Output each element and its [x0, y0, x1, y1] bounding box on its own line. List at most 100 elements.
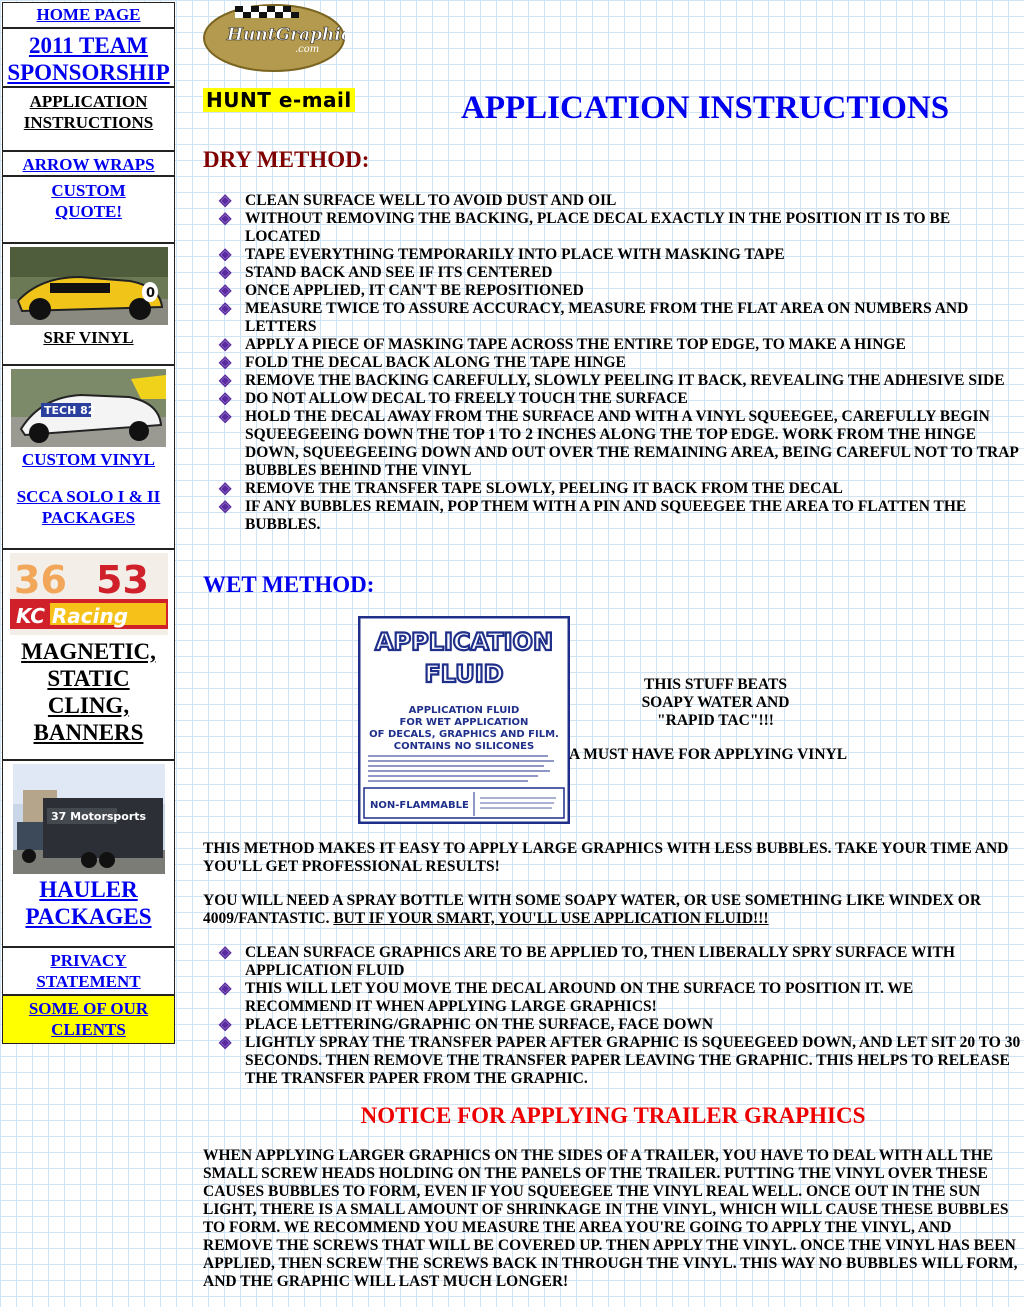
svg-text:KC Racing: KC Racing — [16, 604, 128, 628]
nav-custom-vinyl-link[interactable]: CUSTOM VINYL — [3, 449, 174, 470]
nav-privacy-cell: PRIVACY STATEMENT — [2, 947, 175, 995]
dry-step-item: ◈ APPLY A PIECE OF MASKING TAPE ACROSS TH… — [217, 336, 1022, 354]
dry-step-item: ◈ DO NOT ALLOW DECAL TO FREELY TOUCH THE … — [217, 390, 1022, 408]
nav-scca-packages-link[interactable]: SCCA SOLO I & II PACKAGES — [9, 486, 168, 528]
diamond-bullet-icon: ◈ — [219, 300, 232, 317]
nav-custom-vinyl-cell: TECH 82 CUSTOM VINYL SCCA SOLO I & II PA… — [2, 365, 175, 549]
diamond-bullet-icon: ◈ — [219, 192, 232, 209]
nav-arrow-wraps-link[interactable]: ARROW WRAPS — [22, 155, 154, 174]
wet-step-item-text: CLEAN SURFACE GRAPHICS ARE TO BE APPLIED… — [245, 944, 955, 979]
dry-method-list: ◈ CLEAN SURFACE WELL TO AVOID DUST AND OI… — [217, 192, 1022, 534]
nav-app-instructions-cell: APPLICATION INSTRUCTIONS — [2, 87, 175, 151]
diamond-bullet-icon: ◈ — [219, 372, 232, 389]
dry-step-item: ◈ HOLD THE DECAL AWAY FROM THE SURFACE AN… — [217, 408, 1022, 480]
diamond-bullet-icon: ◈ — [219, 246, 232, 263]
application-fluid-label-image: APPLICATION FLUID APPLICATION FLUID FOR … — [358, 616, 570, 824]
nav-home-cell: HOME PAGE — [2, 2, 175, 28]
nav-magnetic-cell: 36 53 KC Racing MAGNETIC, STATIC CLING, … — [2, 549, 175, 760]
diamond-bullet-icon: ◈ — [219, 480, 232, 497]
dry-step-item-text: WITHOUT REMOVING THE BACKING, PLACE DECA… — [245, 210, 951, 245]
dry-step-item-text: HOLD THE DECAL AWAY FROM THE SURFACE AND… — [245, 408, 1018, 479]
svg-text:CONTAINS NO SILICONES: CONTAINS NO SILICONES — [394, 741, 534, 752]
svg-text:53: 53 — [96, 558, 149, 602]
dry-step-item: ◈ IF ANY BUBBLES REMAIN, POP THEM WITH A … — [217, 498, 1022, 534]
svg-text:.com: .com — [295, 44, 319, 55]
wet-step-item-text: THIS WILL LET YOU MOVE THE DECAL AROUND … — [245, 980, 914, 1015]
dry-method-heading: DRY METHOD: — [203, 147, 370, 172]
wet-step-item: ◈ PLACE LETTERING/GRAPHIC ON THE SURFACE,… — [217, 1016, 1022, 1034]
nav-arrow-wraps-cell: ARROW WRAPS — [2, 151, 175, 176]
svg-text:OF DECALS, GRAPHICS AND FILM.: OF DECALS, GRAPHICS AND FILM. — [369, 729, 559, 740]
diamond-bullet-icon: ◈ — [219, 336, 232, 353]
svg-text:APPLICATION: APPLICATION — [375, 628, 553, 656]
diamond-bullet-icon: ◈ — [219, 944, 232, 961]
trailer-notice-heading: NOTICE FOR APPLYING TRAILER GRAPHICS — [360, 1103, 866, 1128]
dry-step-item: ◈ FOLD THE DECAL BACK ALONG THE TAPE HING… — [217, 354, 1022, 372]
nav-clients-cell: SOME OF OUR CLIENTS — [2, 995, 175, 1044]
dry-step-item-text: ONCE APPLIED, IT CAN'T BE REPOSITIONED — [245, 282, 584, 299]
dry-step-item-text: CLEAN SURFACE WELL TO AVOID DUST AND OIL — [245, 192, 617, 209]
dry-step-item: ◈ REMOVE THE TRANSFER TAPE SLOWLY, PEELIN… — [217, 480, 1022, 498]
svg-text:FLUID: FLUID — [424, 660, 503, 688]
nav-srf-vinyl-link[interactable]: SRF VINYL — [3, 327, 174, 348]
dry-step-item: ◈ WITHOUT REMOVING THE BACKING, PLACE DEC… — [217, 210, 1022, 246]
custom-vinyl-race-car-image[interactable]: TECH 82 — [11, 369, 166, 447]
application-fluid-tagline: A MUST HAVE FOR APPLYING VINYL — [569, 746, 848, 763]
trailer-notice-body: WHEN APPLYING LARGER GRAPHICS ON THE SID… — [203, 1147, 1018, 1290]
nav-home-link[interactable]: HOME PAGE — [36, 5, 140, 24]
nav-hauler-cell: 37 Motorsports HAULER PACKAGES — [2, 760, 175, 947]
dry-step-item-text: APPLY A PIECE OF MASKING TAPE ACROSS THE… — [245, 336, 906, 353]
nav-hauler-packages-link[interactable]: HAULER PACKAGES — [17, 876, 160, 930]
wet-intro-paragraph: THIS METHOD MAKES IT EASY TO APPLY LARGE… — [203, 840, 1009, 875]
application-fluid-emphasis: BUT IF YOUR SMART, YOU'LL USE APPLICATIO… — [333, 910, 769, 927]
wet-step-item: ◈ THIS WILL LET YOU MOVE THE DECAL AROUND… — [217, 980, 1022, 1016]
dry-step-item: ◈ TAPE EVERYTHING TEMPORARILY INTO PLACE … — [217, 246, 1022, 264]
dry-step-item-text: FOLD THE DECAL BACK ALONG THE TAPE HINGE — [245, 354, 626, 371]
application-fluid-caption: THIS STUFF BEATS SOAPY WATER AND "RAPID … — [603, 676, 828, 730]
kc-racing-banner-image[interactable]: 36 53 KC Racing — [9, 553, 168, 635]
hauler-trailer-image[interactable]: 37 Motorsports — [12, 764, 165, 874]
diamond-bullet-icon: ◈ — [219, 210, 232, 227]
dry-step-item-text: IF ANY BUBBLES REMAIN, POP THEM WITH A P… — [245, 498, 967, 533]
dry-step-item-text: DO NOT ALLOW DECAL TO FREELY TOUCH THE S… — [245, 390, 688, 407]
nav-some-of-our-clients-link[interactable]: SOME OF OUR CLIENTS — [29, 999, 148, 1039]
diamond-bullet-icon: ◈ — [219, 354, 232, 371]
nav-custom-quote-link[interactable]: CUSTOM QUOTE! — [51, 181, 125, 221]
srf-race-car-image[interactable]: 0 — [9, 247, 168, 325]
nav-team-cell: 2011 TEAM SPONSORSHIP — [2, 28, 175, 87]
diamond-bullet-icon: ◈ — [219, 408, 232, 425]
page-title: APPLICATION INSTRUCTIONS — [461, 90, 950, 126]
huntgraphic-logo[interactable]: HuntGraphic .com — [203, 0, 345, 72]
dry-step-item-text: REMOVE THE TRANSFER TAPE SLOWLY, PEELING… — [245, 480, 843, 497]
dry-step-item: ◈ CLEAN SURFACE WELL TO AVOID DUST AND OI… — [217, 192, 1022, 210]
wet-step-item-text: LIGHTLY SPRAY THE TRANSFER PAPER AFTER G… — [245, 1034, 1021, 1087]
caption-line-2: SOAPY WATER AND — [641, 694, 790, 711]
diamond-bullet-icon: ◈ — [219, 264, 232, 281]
nav-magnetic-static-cling-banners-link[interactable]: MAGNETIC, STATIC CLING, BANNERS — [15, 638, 162, 746]
diamond-bullet-icon: ◈ — [219, 390, 232, 407]
caption-line-3: "RAPID TAC"!!! — [657, 712, 774, 729]
svg-text:0: 0 — [146, 286, 155, 301]
svg-text:TECH 82: TECH 82 — [44, 404, 95, 417]
wet-step-item: ◈ CLEAN SURFACE GRAPHICS ARE TO BE APPLIE… — [217, 944, 1022, 980]
hunt-email-link[interactable]: HUNT e-mail — [203, 88, 355, 112]
nav-srf-cell: 0 SRF VINYL — [2, 243, 175, 365]
nav-team-sponsorship-link[interactable]: 2011 TEAM SPONSORSHIP — [7, 33, 169, 85]
svg-text:37 Motorsports: 37 Motorsports — [51, 810, 147, 823]
nav-application-instructions-link[interactable]: APPLICATION INSTRUCTIONS — [24, 92, 153, 132]
dry-step-item-text: MEASURE TWICE TO ASSURE ACCURACY, MEASUR… — [245, 300, 969, 335]
dry-step-item-text: STAND BACK AND SEE IF ITS CENTERED — [245, 264, 553, 281]
wet-supplies-paragraph: YOU WILL NEED A SPRAY BOTTLE WITH SOME S… — [203, 892, 1023, 928]
svg-text:FOR WET APPLICATION: FOR WET APPLICATION — [400, 717, 529, 728]
wet-method-list: ◈ CLEAN SURFACE GRAPHICS ARE TO BE APPLIE… — [217, 944, 1022, 1088]
nav-privacy-statement-link[interactable]: PRIVACY STATEMENT — [36, 951, 140, 991]
wet-step-item-text: PLACE LETTERING/GRAPHIC ON THE SURFACE, … — [245, 1016, 714, 1033]
caption-line-1: THIS STUFF BEATS — [644, 676, 787, 693]
wet-method-heading: WET METHOD: — [203, 572, 375, 597]
svg-text:HuntGraphic: HuntGraphic — [226, 25, 345, 45]
svg-text:36: 36 — [14, 558, 67, 602]
dry-step-item: ◈ REMOVE THE BACKING CAREFULLY, SLOWLY PE… — [217, 372, 1022, 390]
diamond-bullet-icon: ◈ — [219, 1016, 232, 1033]
dry-step-item: ◈ ONCE APPLIED, IT CAN'T BE REPOSITIONED — [217, 282, 1022, 300]
dry-step-item-text: TAPE EVERYTHING TEMPORARILY INTO PLACE W… — [245, 246, 785, 263]
